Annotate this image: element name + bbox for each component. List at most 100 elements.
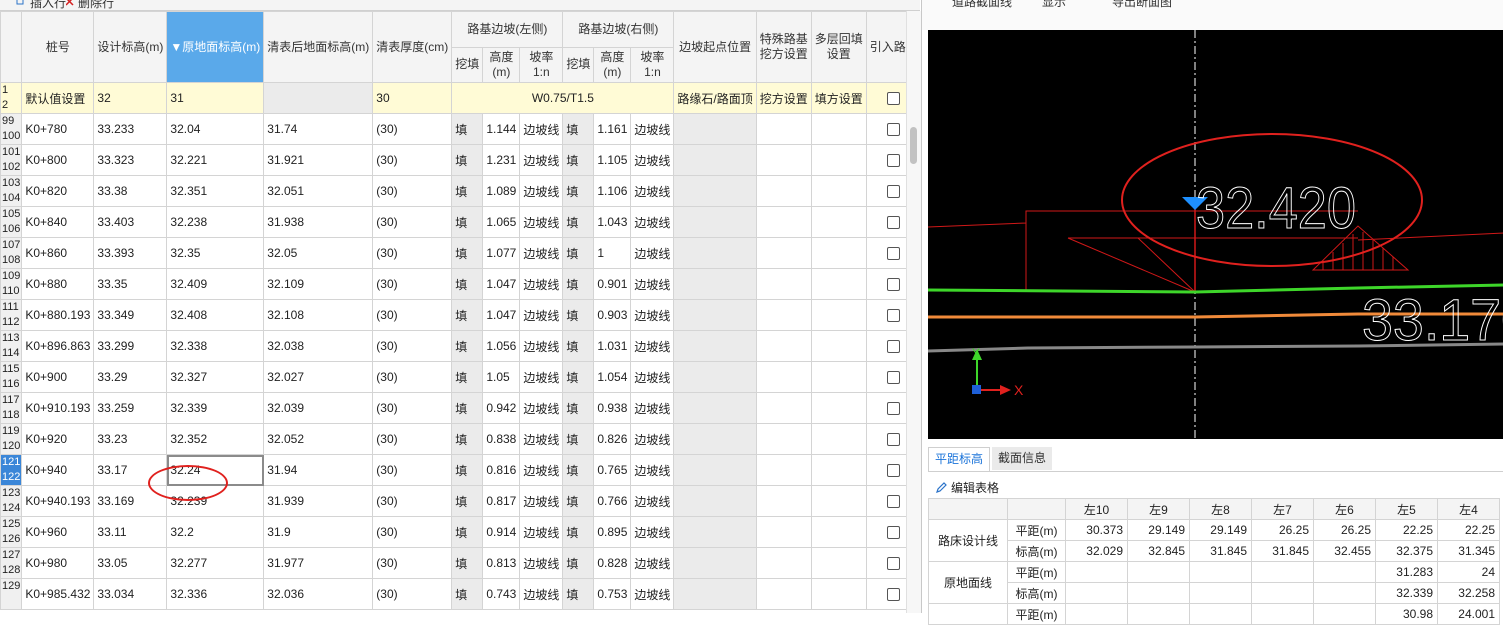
cell-station[interactable]: K0+800 <box>21 144 95 176</box>
cell-left-ratio[interactable]: 边坡线 <box>519 268 564 300</box>
col-header-right-height[interactable]: 高度(m) <box>593 46 632 83</box>
profile-cell[interactable] <box>1313 582 1376 604</box>
cell-left-ratio[interactable]: 边坡线 <box>519 485 564 517</box>
profile-cell[interactable]: 26.25 <box>1313 519 1376 541</box>
cell-left-height[interactable]: 1.089 <box>482 175 521 207</box>
cell-cleared-elevation[interactable]: 32.027 <box>263 361 374 393</box>
cell-right-ratio[interactable]: 边坡线 <box>630 578 675 610</box>
cell-multi-fill[interactable] <box>810 113 867 145</box>
cell-left-cut-fill[interactable]: 填 <box>451 299 484 331</box>
cell-cleared-elevation[interactable]: 32.108 <box>263 299 374 331</box>
cell-design-elevation[interactable]: 33.233 <box>93 113 168 145</box>
profile-cell[interactable] <box>1189 603 1252 625</box>
cell-left-height[interactable]: 0.817 <box>482 485 521 517</box>
cell-station[interactable]: K0+840 <box>21 206 95 238</box>
col-header-clear-thickness[interactable]: 清表厚度(cm) <box>372 11 453 83</box>
cell-cleared-elevation[interactable]: 32.109 <box>263 268 374 300</box>
cell-right-ratio[interactable]: 边坡线 <box>630 454 675 486</box>
cell-right-cut-fill[interactable]: 填 <box>562 423 595 455</box>
cell-left-cut-fill[interactable]: 填 <box>451 485 484 517</box>
cell-ground-elevation[interactable]: 32.409 <box>166 268 265 300</box>
cell-right-cut-fill[interactable]: 填 <box>562 330 595 362</box>
cell-slope-start[interactable] <box>673 330 757 362</box>
cell-left-cut-fill[interactable]: 填 <box>451 175 484 207</box>
cell-left-height[interactable]: 1.231 <box>482 144 521 176</box>
cell-right-height[interactable]: 0.826 <box>593 423 632 455</box>
table-row[interactable]: 125 126 K0+960 33.11 32.2 31.9 (30) 填 0.914 边坡线填 0… <box>0 516 906 548</box>
cell-clear-thickness[interactable]: (30) <box>372 578 453 610</box>
cell-left-cut-fill[interactable]: 填 <box>451 237 484 269</box>
cell-left-height[interactable]: 0.813 <box>482 547 521 579</box>
cell-right-height[interactable]: 1.043 <box>593 206 632 238</box>
subgrade-checkbox[interactable] <box>887 309 901 323</box>
cell-ground-elevation[interactable]: 32.35 <box>166 237 265 269</box>
cell-multi-fill[interactable] <box>810 144 867 176</box>
subgrade-checkbox[interactable] <box>887 371 901 385</box>
cell-right-height[interactable]: 0.901 <box>593 268 632 300</box>
col-header-design-elevation[interactable]: 设计标高(m) <box>93 11 168 83</box>
cell-right-height[interactable]: 1.105 <box>593 144 632 176</box>
cell-cleared-elevation[interactable]: 32.036 <box>263 578 374 610</box>
cell-design-elevation[interactable]: 33.259 <box>93 392 168 424</box>
cell-cleared-elevation[interactable]: 31.921 <box>263 144 374 176</box>
cell-right-ratio[interactable]: 边坡线 <box>630 206 675 238</box>
row-number[interactable]: 99 100 <box>0 113 23 145</box>
profile-cell[interactable]: 32.845 <box>1127 540 1190 562</box>
cell-left-cut-fill[interactable]: 填 <box>451 578 484 610</box>
cell-cleared-elevation[interactable]: 31.938 <box>263 206 374 238</box>
profile-cell[interactable]: 31.345 <box>1437 540 1500 562</box>
col-header-ground-elevation[interactable]: ▼原地面标高(m) <box>166 11 265 83</box>
cell-station[interactable]: K0+920 <box>21 423 95 455</box>
profile-cell[interactable] <box>1127 582 1190 604</box>
row-number[interactable]: 125 126 <box>0 516 23 548</box>
cell-multi-fill[interactable] <box>810 547 867 579</box>
cell-ground-elevation[interactable]: 32.2 <box>166 516 265 548</box>
cell-left-ratio[interactable]: 边坡线 <box>519 113 564 145</box>
cell-right-cut-fill[interactable]: 填 <box>562 578 595 610</box>
scroll-thumb[interactable] <box>910 127 917 164</box>
profile-cell[interactable]: 32.455 <box>1313 540 1376 562</box>
cell-left-cut-fill[interactable]: 填 <box>451 361 484 393</box>
cell-clear-thickness[interactable]: (30) <box>372 237 453 269</box>
cell-slope-start[interactable] <box>673 423 757 455</box>
cell-left-height[interactable]: 1.056 <box>482 330 521 362</box>
default-slope[interactable]: W0.75/T1.5 <box>451 82 675 114</box>
table-row[interactable]: 113 114 K0+896.863 33.299 32.338 32.038 (30) 填 1… <box>0 330 906 362</box>
cell-ground-elevation[interactable]: 32.352 <box>166 423 265 455</box>
table-row[interactable]: 115 116 K0+900 33.29 32.327 32.027 (30) 填 1.05 边坡… <box>0 361 906 393</box>
profile-cell[interactable] <box>1251 582 1314 604</box>
cell-multi-fill[interactable] <box>810 485 867 517</box>
subgrade-checkbox[interactable] <box>887 433 901 447</box>
cell-slope-start[interactable] <box>673 237 757 269</box>
cell-special-cut[interactable] <box>755 516 812 548</box>
cell-left-cut-fill[interactable]: 填 <box>451 423 484 455</box>
cell-multi-fill[interactable] <box>810 237 867 269</box>
cell-left-cut-fill[interactable]: 填 <box>451 330 484 362</box>
default-slope-start[interactable]: 路缘石/路面顶 <box>673 82 757 114</box>
cell-slope-start[interactable] <box>673 578 757 610</box>
cell-design-elevation[interactable]: 33.05 <box>93 547 168 579</box>
cell-left-ratio[interactable]: 边坡线 <box>519 361 564 393</box>
profile-col-header[interactable]: 左10 <box>1065 498 1128 520</box>
profile-cell[interactable]: 26.25 <box>1251 519 1314 541</box>
grid-scrollbar[interactable] <box>906 11 921 613</box>
cell-ground-elevation[interactable]: 32.277 <box>166 547 265 579</box>
profile-cell[interactable]: 22.25 <box>1375 519 1438 541</box>
cell-special-cut[interactable] <box>755 268 812 300</box>
table-row[interactable]: 107 108 K0+860 33.393 32.35 32.05 (30) 填 1.077 边坡… <box>0 237 906 269</box>
cell-slope-start[interactable] <box>673 454 757 486</box>
cell-ground-elevation[interactable]: 32.327 <box>166 361 265 393</box>
cell-right-height[interactable]: 1.031 <box>593 330 632 362</box>
cell-multi-fill[interactable] <box>810 361 867 393</box>
cell-multi-fill[interactable] <box>810 206 867 238</box>
cell-left-ratio[interactable]: 边坡线 <box>519 423 564 455</box>
cell-special-cut[interactable] <box>755 578 812 610</box>
road-section-line-button[interactable]: 道路截面线 <box>952 0 1012 10</box>
col-header-subgrade[interactable]: 引入路床 <box>865 11 906 83</box>
cell-cleared-elevation[interactable]: 31.939 <box>263 485 374 517</box>
cell-left-cut-fill[interactable]: 填 <box>451 144 484 176</box>
cell-ground-elevation[interactable]: 32.24 <box>166 454 265 486</box>
cell-clear-thickness[interactable]: (30) <box>372 206 453 238</box>
cell-left-height[interactable]: 0.743 <box>482 578 521 610</box>
table-row[interactable]: 99 100 K0+780 33.233 32.04 31.74 (30) 填 1.144 边坡线… <box>0 113 906 145</box>
